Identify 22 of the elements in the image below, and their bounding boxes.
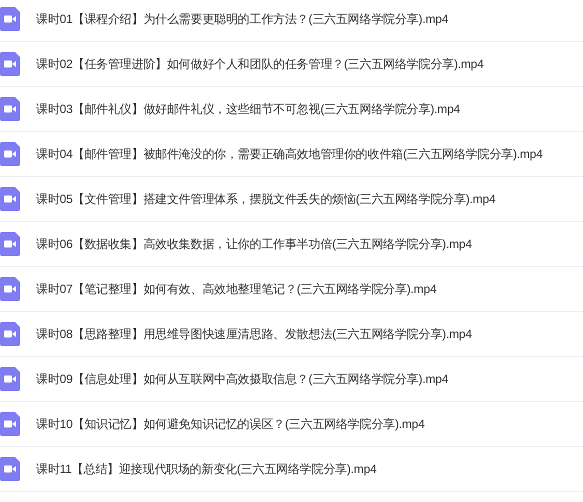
file-name[interactable]: 课时05【文件管理】搭建文件管理体系，摆脱文件丢失的烦恼(三六五网络学院分享).mp4 [36,190,496,208]
video-file-icon [0,187,20,211]
video-file-icon [0,142,20,166]
file-name[interactable]: 课时08【思路整理】用思维导图快速厘清思路、发散想法(三六五网络学院分享).mp4 [36,326,472,342]
video-file-icon [0,97,20,121]
video-file-icon [0,52,20,76]
video-file-icon [0,277,20,301]
file-name[interactable]: 课时03【邮件礼仪】做好邮件礼仪，这些细节不可忽视(三六五网络学院分享).mp4 [36,100,460,118]
video-file-icon [0,7,20,31]
video-file-icon [0,322,20,346]
file-name[interactable]: 课时07【笔记整理】如何有效、高效地整理笔记？(三六五网络学院分享).mp4 [36,280,436,298]
file-name[interactable]: 课时02【任务管理进阶】如何做好个人和团队的任务管理？(三六五网络学院分享).mp4 [36,56,484,72]
file-name[interactable]: 课时11【总结】迎接现代职场的新变化(三六五网络学院分享).mp4 [36,460,377,478]
file-name[interactable]: 课时01【课程介绍】为什么需要更聪明的工作方法？(三六五网络学院分享).mp4 [36,10,448,28]
video-file-icon [0,367,20,391]
file-name[interactable]: 课时09【信息处理】如何从互联网中高效摄取信息？(三六五网络学院分享).mp4 [36,370,448,388]
video-file-icon [0,232,20,256]
video-file-icon [0,457,20,481]
file-name[interactable]: 课时04【邮件管理】被邮件淹没的你，需要正确高效地管理你的收件箱(三六五网络学院分享).mp4 [36,146,543,162]
file-name[interactable]: 课时10【知识记忆】如何避免知识记忆的误区？(三六五网络学院分享).mp4 [36,416,425,432]
video-file-icon [0,412,20,436]
file-name[interactable]: 课时06【数据收集】高效收集数据，让你的工作事半功倍(三六五网络学院分享).mp4 [36,236,472,252]
